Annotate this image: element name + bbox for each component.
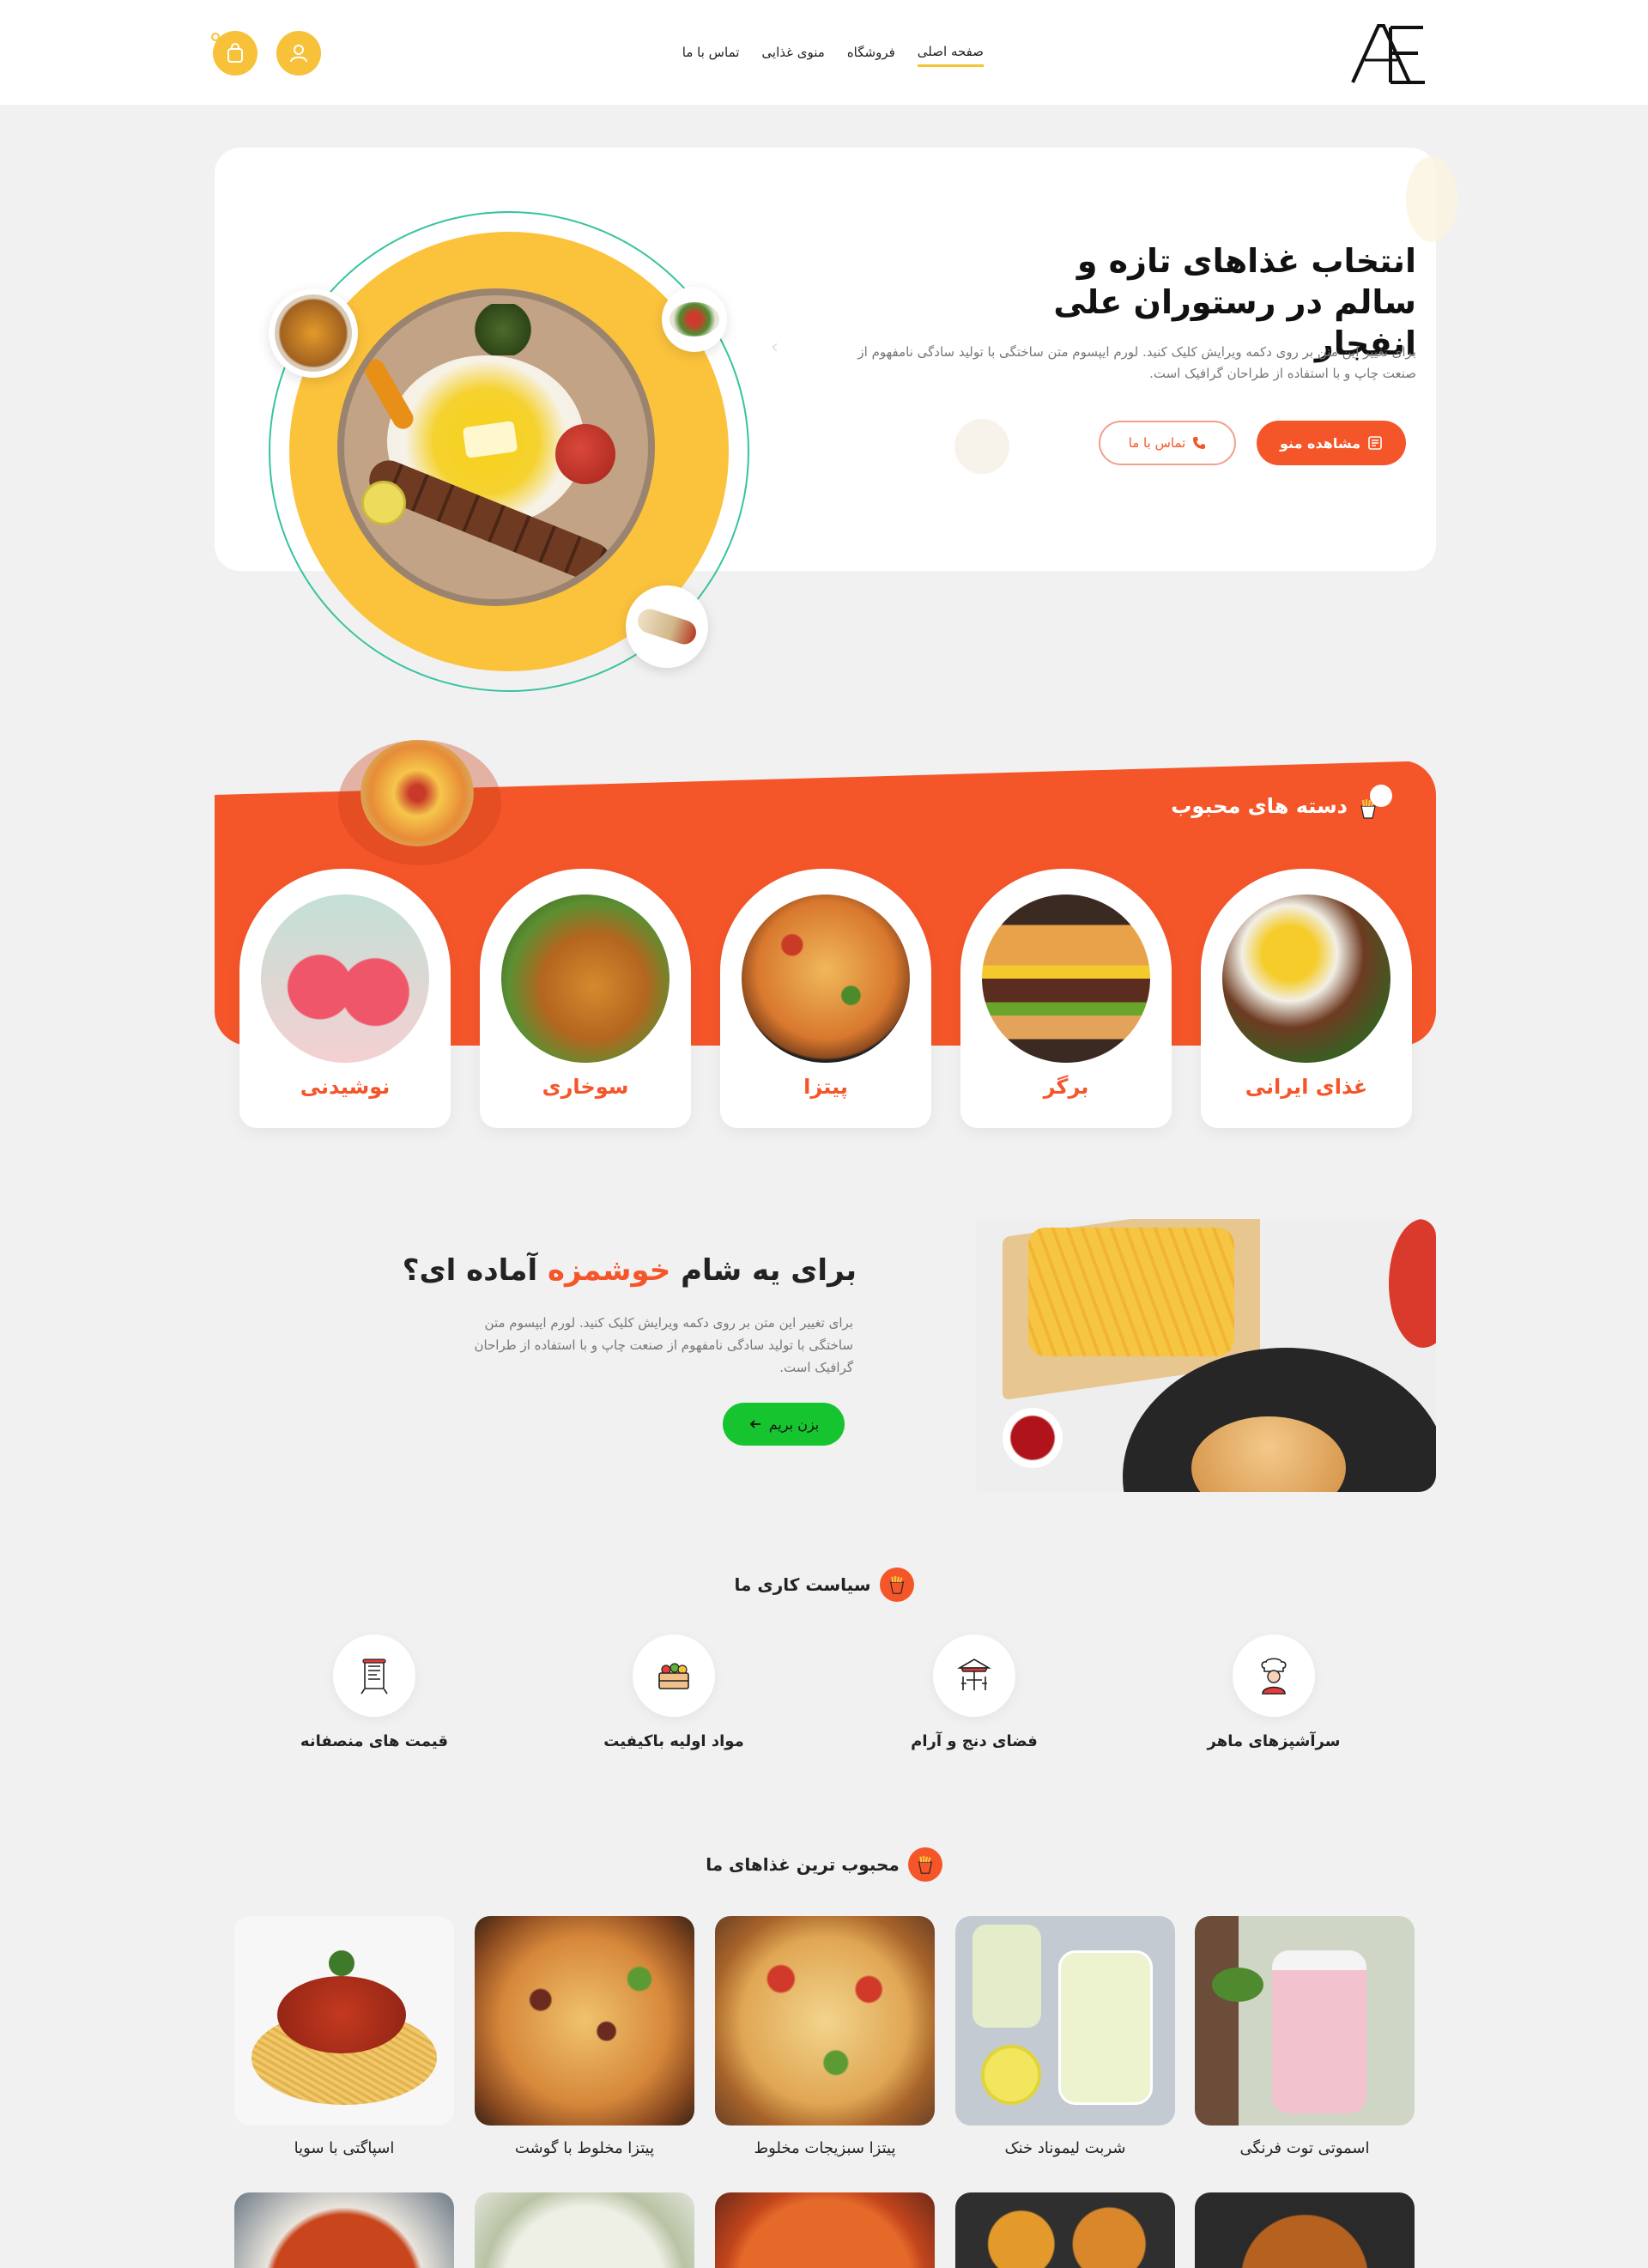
policy-label: قیمت های منصفانه xyxy=(300,1732,449,1750)
decorative-blob xyxy=(1406,156,1457,242)
brand-logo[interactable] xyxy=(1349,22,1427,84)
popular-header: محبوب ترین غذاهای ما xyxy=(687,1847,961,1882)
food-name: پیتزا سبزیجات مخلوط xyxy=(754,2139,896,2157)
wrap-dish-image xyxy=(626,585,708,668)
lets-go-button[interactable]: بزن بریم xyxy=(723,1403,845,1446)
fries-icon xyxy=(907,1847,942,1882)
food-card-fried-shrimp[interactable] xyxy=(955,2192,1175,2268)
chevron-icon: › xyxy=(771,337,779,358)
veggie-pizza-image xyxy=(715,1916,935,2125)
meat-pizza-image xyxy=(475,1916,694,2125)
nav-shop[interactable]: فروشگاه xyxy=(847,45,895,65)
site-header: صفحه اصلی فروشگاه منوی غذایی تماس با ما xyxy=(0,0,1648,105)
shopping-bag-icon xyxy=(227,43,243,63)
policy-label: مواد اولیه باکیفیت xyxy=(603,1732,744,1750)
side-dish-image xyxy=(269,288,358,378)
policy-item-prices: قیمت های منصفانه xyxy=(263,1634,486,1750)
category-card-burger[interactable]: برگر xyxy=(960,869,1172,1128)
promo-title-part: آماده ای؟ xyxy=(402,1253,548,1288)
promo-description: برای تغییر این متن بر روی دکمه ویرایش کل… xyxy=(474,1315,853,1375)
food-card-salad[interactable] xyxy=(475,2192,694,2268)
soup-image xyxy=(234,2192,454,2268)
fries-icon xyxy=(879,1568,914,1602)
category-card-pizza[interactable]: پیتزا xyxy=(720,869,931,1128)
salad-dish-image xyxy=(662,287,727,352)
drinks-image xyxy=(261,894,429,1063)
food-card-roast-chicken[interactable] xyxy=(1195,2192,1415,2268)
lets-go-label: بزن بریم xyxy=(768,1416,820,1433)
account-button[interactable] xyxy=(276,31,321,76)
contact-us-button[interactable]: تماس با ما xyxy=(1099,421,1236,465)
promo-title-part: برای یه شام xyxy=(670,1253,857,1288)
popular-title: محبوب ترین غذاهای ما xyxy=(706,1854,900,1875)
user-icon xyxy=(290,45,307,63)
policy-item-chefs: سرآشپزهای ماهر xyxy=(1162,1634,1385,1750)
menu-list-icon xyxy=(1368,436,1382,450)
promo-title-highlight: خوشمزه xyxy=(547,1253,671,1288)
menu-board-icon xyxy=(333,1634,415,1717)
pizza-decoration-image xyxy=(360,740,474,846)
burger-image xyxy=(982,894,1150,1063)
food-name: اسپاگتی با سویا xyxy=(294,2139,395,2157)
cart-badge xyxy=(211,33,220,41)
view-menu-button[interactable]: مشاهده منو xyxy=(1257,421,1406,465)
decorative-plate xyxy=(954,419,1009,474)
food-card-soup[interactable] xyxy=(234,2192,454,2268)
category-label: غذای ایرانی xyxy=(1245,1075,1368,1099)
roast-chicken-image xyxy=(1195,2192,1415,2268)
arrow-left-icon xyxy=(749,1420,760,1428)
cafe-table-icon xyxy=(933,1634,1015,1717)
chef-icon xyxy=(1233,1634,1315,1717)
food-name: اسموتی توت فرنگی xyxy=(1239,2139,1370,2157)
cart-button[interactable] xyxy=(211,31,258,76)
fried-chicken-image xyxy=(501,894,670,1063)
hero-description: برای تغییر این متن بر روی دکمه ویرایش کل… xyxy=(857,344,1416,381)
fries-burger-image xyxy=(977,1219,1436,1492)
pepperoni-pizza-image xyxy=(715,2192,935,2268)
nav-home[interactable]: صفحه اصلی xyxy=(917,44,984,67)
category-card-fried[interactable]: سوخاری xyxy=(480,869,691,1128)
food-card-strawberry-smoothie[interactable]: اسموتی توت فرنگی xyxy=(1195,1916,1415,2157)
policy-header: سیاست کاری ما xyxy=(704,1568,944,1602)
category-label: برگر xyxy=(1043,1075,1089,1099)
hero-food-illustration xyxy=(269,211,749,692)
category-label: پیتزا xyxy=(803,1075,848,1099)
policy-item-ambience: فضای دنج و آرام xyxy=(863,1634,1086,1750)
food-name: پیتزا مخلوط با گوشت xyxy=(514,2139,655,2157)
food-card-pepperoni-pizza[interactable] xyxy=(715,2192,935,2268)
salad-image xyxy=(475,2192,694,2268)
food-card-spaghetti[interactable]: اسپاگتی با سویا xyxy=(234,1916,454,2157)
food-card-veggie-pizza[interactable]: پیتزا سبزیجات مخلوط xyxy=(715,1916,935,2157)
vegetable-crate-icon xyxy=(633,1634,715,1717)
policy-item-ingredients: مواد اولیه باکیفیت xyxy=(562,1634,785,1750)
food-card-meat-pizza[interactable]: پیتزا مخلوط با گوشت xyxy=(475,1916,694,2157)
spaghetti-image xyxy=(234,1916,454,2125)
phone-icon xyxy=(1193,437,1206,449)
food-name: شربت لیموناد خنک xyxy=(1004,2139,1126,2157)
pizza-image xyxy=(742,894,910,1063)
category-card-drinks[interactable]: نوشیدنی xyxy=(239,869,451,1128)
lemonade-image xyxy=(955,1916,1175,2125)
strawberry-smoothie-image xyxy=(1195,1916,1415,2125)
policy-label: فضای دنج و آرام xyxy=(911,1732,1038,1750)
nav-food-menu[interactable]: منوی غذایی xyxy=(761,45,824,65)
category-label: سوخاری xyxy=(542,1075,629,1099)
kebab-rice-plate-image xyxy=(337,288,655,606)
iranian-food-image xyxy=(1222,894,1390,1063)
fried-shrimp-image xyxy=(955,2192,1175,2268)
contact-us-label: تماس با ما xyxy=(1128,435,1186,451)
promo-title: برای یه شام خوشمزه آماده ای؟ xyxy=(386,1253,857,1288)
food-card-lemonade[interactable]: شربت لیموناد خنک xyxy=(955,1916,1175,2157)
categories-title: دسته های محبوب xyxy=(1171,794,1348,818)
category-label: نوشیدنی xyxy=(300,1075,391,1099)
category-card-iranian[interactable]: غذای ایرانی xyxy=(1201,869,1412,1128)
policy-title: سیاست کاری ما xyxy=(734,1574,871,1595)
main-nav: صفحه اصلی فروشگاه منوی غذایی تماس با ما xyxy=(675,43,984,67)
nav-contact[interactable]: تماس با ما xyxy=(682,45,740,65)
view-menu-label: مشاهده منو xyxy=(1280,434,1361,452)
policy-label: سرآشپزهای ماهر xyxy=(1207,1732,1341,1750)
fries-icon xyxy=(1348,785,1392,829)
